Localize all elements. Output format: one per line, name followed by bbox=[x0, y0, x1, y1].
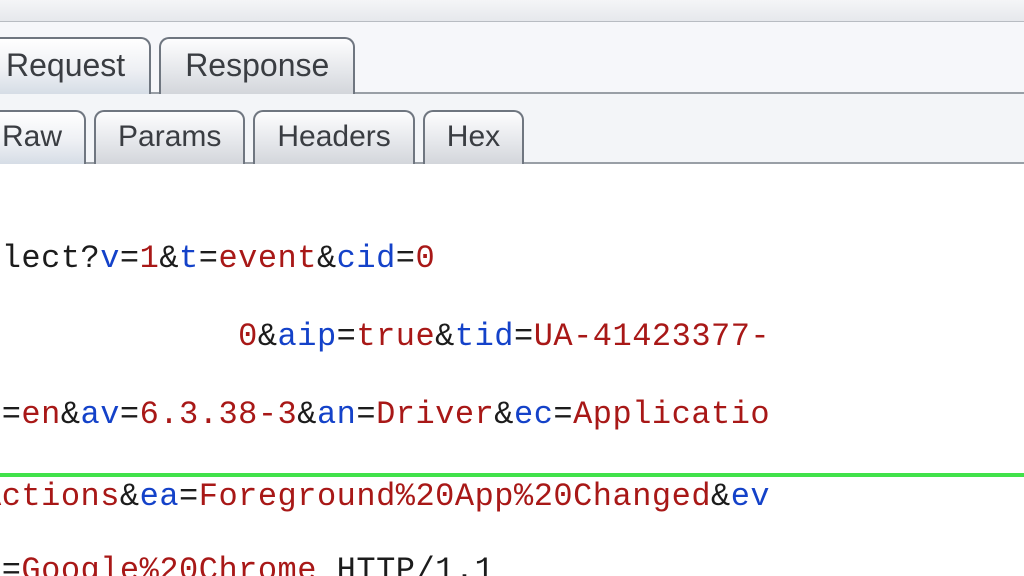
tab-params[interactable]: Params bbox=[94, 110, 245, 164]
tab-raw-label: Raw bbox=[2, 120, 62, 153]
tab-hex[interactable]: Hex bbox=[423, 110, 524, 164]
http-line-5: l=Google%20Chrome HTTP/1.1 bbox=[0, 551, 1024, 576]
tab-request[interactable]: Request bbox=[0, 37, 151, 94]
tab-response[interactable]: Response bbox=[159, 37, 355, 94]
tab-raw[interactable]: Raw bbox=[0, 110, 86, 164]
http-line-2: 0&aip=true&tid=UA-41423377- bbox=[0, 317, 1024, 356]
tab-headers-label: Headers bbox=[277, 120, 390, 153]
tab-headers[interactable]: Headers bbox=[253, 110, 414, 164]
window-toolbar bbox=[0, 0, 1024, 22]
tabs-secondary: Raw Params Headers Hex bbox=[0, 94, 1024, 164]
raw-http-content[interactable]: llect?v=1&t=event&cid=0 0&aip=true&tid=U… bbox=[0, 164, 1024, 576]
tab-hex-label: Hex bbox=[447, 120, 500, 153]
tab-request-label: Request bbox=[6, 47, 125, 83]
http-line-3: l=en&av=6.3.38-3&an=Driver&ec=Applicatio bbox=[0, 395, 1024, 434]
tabs-primary: Request Response bbox=[0, 22, 1024, 94]
http-line-1: llect?v=1&t=event&cid=0 bbox=[0, 239, 1024, 278]
tab-params-label: Params bbox=[118, 120, 221, 153]
http-line-4: Actions&ea=Foreground%20App%20Changed&ev bbox=[0, 473, 1024, 512]
tab-response-label: Response bbox=[185, 47, 329, 83]
